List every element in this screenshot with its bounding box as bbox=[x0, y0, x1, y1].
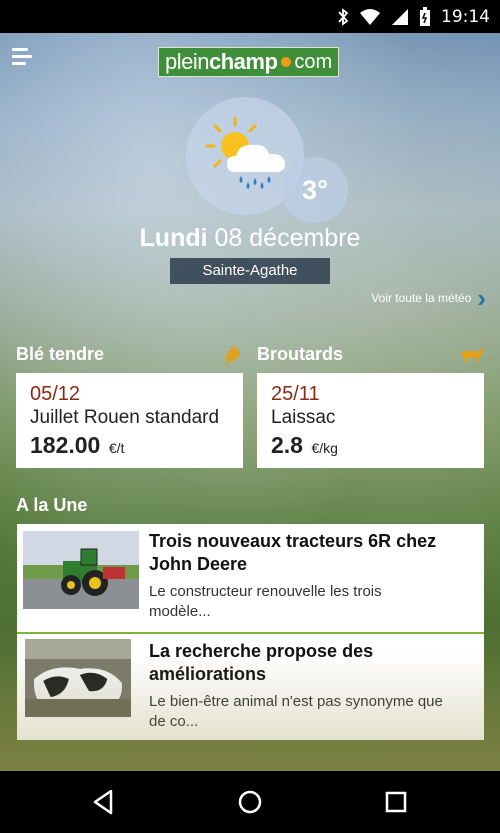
signal-icon bbox=[392, 9, 408, 25]
price-title-ble: Blé tendre bbox=[16, 344, 105, 364]
status-bar: 19:14 bbox=[0, 0, 500, 33]
price-row: 182.00 €/t bbox=[30, 432, 229, 459]
menu-icon-bar bbox=[12, 55, 32, 58]
news-thumbnail bbox=[25, 639, 131, 717]
main-screen: plein champ com 3° Lundi 08 décembre Sai… bbox=[0, 33, 500, 771]
location-label[interactable]: Sainte-Agathe bbox=[170, 258, 330, 284]
weather-date: Lundi 08 décembre bbox=[0, 224, 500, 253]
wheat-icon bbox=[225, 346, 241, 366]
price-unit: €/kg bbox=[311, 440, 338, 456]
news-title: La recherche propose des améliorations bbox=[149, 640, 474, 686]
logo-text-champ: champ bbox=[208, 49, 278, 74]
news-excerpt-line: Le constructeur renouvelle les trois bbox=[149, 583, 382, 600]
news-section-title: A la Une bbox=[16, 495, 88, 515]
menu-icon-bar bbox=[12, 48, 28, 51]
temperature-badge: 3° bbox=[282, 157, 348, 223]
price-row: 2.8 €/kg bbox=[271, 432, 470, 459]
home-icon[interactable] bbox=[235, 787, 265, 817]
bluetooth-icon bbox=[338, 8, 349, 26]
price-date: 25/11 bbox=[271, 383, 320, 405]
price-value: 182.00 bbox=[30, 432, 101, 458]
status-time: 19:14 bbox=[441, 7, 490, 27]
see-all-weather-label: Voir toute la météo bbox=[371, 291, 472, 305]
chevron-right-icon: › bbox=[477, 283, 486, 313]
status-icons: 19:14 bbox=[337, 6, 490, 28]
price-title-broutards: Broutards bbox=[257, 344, 344, 364]
app-logo: plein champ com bbox=[158, 47, 340, 77]
price-card-ble[interactable]: 05/12 Juillet Rouen standard 182.00 €/t bbox=[16, 373, 243, 468]
logo-text-com: com bbox=[294, 50, 333, 73]
back-icon[interactable] bbox=[89, 787, 119, 817]
logo-text-plein: plein bbox=[165, 49, 209, 74]
price-unit: €/t bbox=[108, 440, 125, 456]
news-excerpt-line: Le bien-être animal n'est pas synonyme q… bbox=[149, 693, 443, 710]
news-title-line: John Deere bbox=[149, 554, 248, 574]
news-item-recherche[interactable]: La recherche propose des améliorations L… bbox=[17, 632, 484, 740]
battery-icon bbox=[420, 7, 430, 26]
price-place: Laissac bbox=[271, 407, 336, 428]
news-excerpt: Le bien-être animal n'est pas synonyme q… bbox=[149, 692, 474, 732]
price-value: 2.8 bbox=[271, 432, 303, 458]
news-excerpt-line: modèle... bbox=[149, 603, 211, 620]
price-card-broutards[interactable]: 25/11 Laissac 2.8 €/kg bbox=[257, 373, 484, 468]
temperature: 3° bbox=[302, 174, 328, 205]
weather-day: Lundi bbox=[139, 224, 208, 252]
menu-icon-bar bbox=[12, 62, 26, 65]
news-title-line: améliorations bbox=[149, 664, 267, 684]
sun-cloud-rain-icon bbox=[205, 116, 286, 189]
weather-date-text: 08 décembre bbox=[214, 224, 361, 252]
recents-icon[interactable] bbox=[381, 787, 411, 817]
news-excerpt: Le constructeur renouvelle les trois mod… bbox=[149, 582, 474, 622]
news-thumbnail bbox=[23, 531, 139, 609]
news-item-tracteurs[interactable]: Trois nouveaux tracteurs 6R chez John De… bbox=[17, 524, 484, 632]
navigation-bar bbox=[0, 771, 500, 833]
cow-icon bbox=[461, 349, 484, 363]
wifi-icon bbox=[360, 9, 380, 25]
news-title-line: La recherche propose des bbox=[149, 641, 374, 661]
news-title: Trois nouveaux tracteurs 6R chez John De… bbox=[149, 530, 474, 576]
price-place: Juillet Rouen standard bbox=[30, 407, 220, 428]
news-title-line: Trois nouveaux tracteurs 6R chez bbox=[149, 531, 437, 551]
see-all-weather-link[interactable]: Voir toute la météo › bbox=[371, 283, 486, 313]
price-date: 05/12 bbox=[30, 383, 81, 405]
top-bar: plein champ com bbox=[0, 33, 500, 88]
menu-button[interactable] bbox=[12, 48, 34, 68]
news-excerpt-line: de co... bbox=[149, 713, 199, 730]
logo-dot bbox=[281, 57, 292, 67]
